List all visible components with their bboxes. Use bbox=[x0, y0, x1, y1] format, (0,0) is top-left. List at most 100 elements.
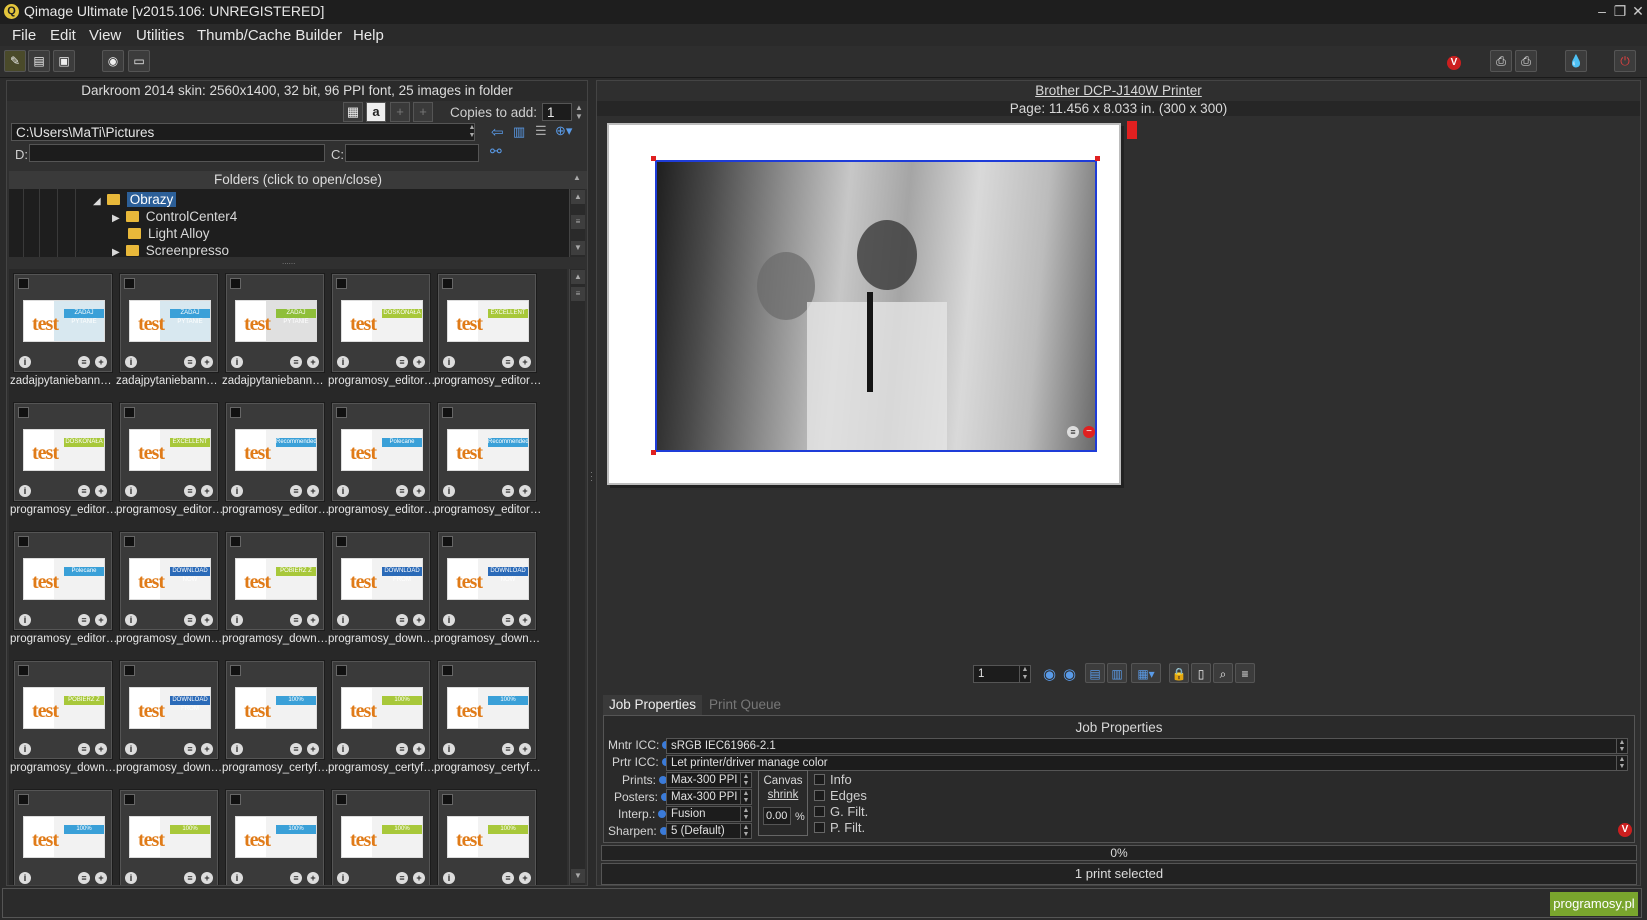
menu-view[interactable]: View bbox=[89, 27, 121, 44]
shrink-link[interactable]: shrink bbox=[759, 789, 807, 801]
thumbnail-checkbox[interactable] bbox=[336, 536, 347, 547]
corner-handle[interactable] bbox=[651, 156, 656, 161]
menu-icon[interactable]: ≡ bbox=[184, 743, 196, 755]
folder-item[interactable]: ▶ Screenpresso bbox=[112, 242, 229, 259]
path-combobox[interactable]: C:\Users\MaTi\Pictures bbox=[11, 123, 475, 141]
open-folder-icon[interactable]: ✎ bbox=[4, 50, 26, 72]
thumbnail[interactable]: Polecane test i ≡ + bbox=[13, 531, 113, 631]
info-icon[interactable]: i bbox=[19, 614, 31, 626]
page-search-icon[interactable]: ⌕ bbox=[1213, 663, 1233, 683]
minimize-icon[interactable]: ‒ bbox=[1592, 2, 1612, 20]
thumbnail[interactable]: POBIERZ Z test i ≡ + bbox=[225, 531, 325, 631]
menu-icon[interactable]: ≡ bbox=[396, 614, 408, 626]
back-arrow-icon[interactable]: ⇦ bbox=[491, 123, 504, 141]
thumbnail[interactable]: ZADAJ PYTANIE test i ≡ + bbox=[13, 273, 113, 373]
add-icon[interactable]: + bbox=[307, 872, 319, 884]
thumbnail-checkbox[interactable] bbox=[230, 407, 241, 418]
add-all-icon[interactable]: + bbox=[413, 102, 433, 122]
info-icon[interactable]: i bbox=[125, 485, 137, 497]
thumbnail-checkbox[interactable] bbox=[18, 665, 29, 676]
menu-icon[interactable]: ≡ bbox=[1235, 663, 1255, 683]
add-icon[interactable]: + bbox=[413, 872, 425, 884]
thumbnail[interactable]: DOWNLOAD NOW test i ≡ + bbox=[437, 531, 537, 631]
prtr-icc-select[interactable]: Let printer/driver manage color ▲ ▼ bbox=[666, 755, 1628, 771]
thumbnail[interactable]: 100% test i ≡ + bbox=[331, 789, 431, 885]
menu-icon[interactable]: ≡ bbox=[290, 356, 302, 368]
thumbnail[interactable]: Recommended test i ≡ + bbox=[225, 402, 325, 502]
thumbnail-checkbox[interactable] bbox=[124, 536, 135, 547]
maximize-icon[interactable]: ❐ bbox=[1610, 2, 1630, 20]
sharpen-select[interactable]: 5 (Default) ▲ ▼ bbox=[666, 823, 752, 839]
collapse-icon[interactable]: ▲ bbox=[573, 173, 581, 182]
filter-icon[interactable]: ▦ bbox=[343, 102, 363, 122]
folder-item[interactable]: ▶ ControlCenter4 bbox=[112, 208, 237, 225]
thumbnail-checkbox[interactable] bbox=[124, 794, 135, 805]
menu-icon[interactable]: ≡ bbox=[78, 872, 90, 884]
menu-icon[interactable]: ≡ bbox=[78, 614, 90, 626]
menu-icon[interactable]: ≡ bbox=[290, 485, 302, 497]
thumbnail-checkbox[interactable] bbox=[124, 665, 135, 676]
add-icon[interactable]: + bbox=[519, 743, 531, 755]
add-icon[interactable]: + bbox=[95, 485, 107, 497]
info-icon[interactable]: i bbox=[19, 743, 31, 755]
thumbnail-checkbox[interactable] bbox=[18, 536, 29, 547]
thumbnail-checkbox[interactable] bbox=[336, 278, 347, 289]
page-number-input[interactable]: 1 ▲ ▼ bbox=[973, 665, 1031, 683]
add-icon[interactable]: + bbox=[201, 743, 213, 755]
thumbnail[interactable]: POBIERZ Z test i ≡ + bbox=[13, 660, 113, 760]
next-page-icon[interactable]: ◉ bbox=[1063, 665, 1076, 683]
add-icon[interactable]: + bbox=[413, 485, 425, 497]
collapsed-arrow-icon[interactable]: ▶ bbox=[112, 213, 120, 224]
tree-scrollbar[interactable]: ▲ ≡ ▼ bbox=[569, 189, 585, 257]
thumbnail-checkbox[interactable] bbox=[230, 278, 241, 289]
thumbnail-checkbox[interactable] bbox=[18, 407, 29, 418]
remove-photo-icon[interactable]: − bbox=[1083, 426, 1095, 438]
info-icon[interactable]: i bbox=[231, 743, 243, 755]
prints-select[interactable]: Max-300 PPI ▲ ▼ bbox=[666, 772, 752, 788]
add-icon[interactable]: + bbox=[95, 614, 107, 626]
ink-drop-icon[interactable]: 💧 bbox=[1565, 50, 1587, 72]
menu-icon[interactable]: ≡ bbox=[78, 485, 90, 497]
print-selected-button[interactable]: 1 print selected bbox=[601, 863, 1637, 885]
print-icon[interactable]: ⎙ bbox=[1515, 50, 1537, 72]
thumbnail[interactable]: 100% test i ≡ + bbox=[225, 789, 325, 885]
posters-select[interactable]: Max-300 PPI ▲ ▼ bbox=[666, 789, 752, 805]
record-icon[interactable]: ◉ bbox=[102, 50, 124, 72]
thumbnail[interactable]: 100% test i ≡ + bbox=[119, 789, 219, 885]
page-layout-icon[interactable]: ▤ bbox=[1085, 663, 1105, 683]
thumbnail-checkbox[interactable] bbox=[230, 665, 241, 676]
registration-v-icon[interactable]: V bbox=[1618, 823, 1632, 837]
layout-icon[interactable]: ▭ bbox=[128, 50, 150, 72]
thumbnail[interactable]: DOSKONAŁA test i ≡ + bbox=[331, 273, 431, 373]
info-icon[interactable]: i bbox=[231, 485, 243, 497]
add-icon[interactable]: + bbox=[95, 872, 107, 884]
thumbnail[interactable]: ZADAJ PYTANIE test i ≡ + bbox=[225, 273, 325, 373]
photo-menu-icon[interactable]: ≡ bbox=[1067, 426, 1079, 438]
menu-utilities[interactable]: Utilities bbox=[136, 27, 184, 44]
grid-icon[interactable]: ▦▾ bbox=[1131, 663, 1161, 683]
info-icon[interactable]: i bbox=[19, 872, 31, 884]
corner-handle[interactable] bbox=[1095, 156, 1100, 161]
thumbnail-checkbox[interactable] bbox=[336, 665, 347, 676]
thumbnail-checkbox[interactable] bbox=[230, 536, 241, 547]
menu-icon[interactable]: ≡ bbox=[78, 356, 90, 368]
thumbnail[interactable]: DOWNLOAD NOW test i ≡ + bbox=[119, 531, 219, 631]
thumbnail[interactable]: Polecane test i ≡ + bbox=[331, 402, 431, 502]
info-icon[interactable]: i bbox=[337, 485, 349, 497]
mntr-icc-select[interactable]: sRGB IEC61966-2.1 ▲ ▼ bbox=[666, 738, 1628, 754]
add-icon[interactable]: + bbox=[201, 872, 213, 884]
add-icon[interactable]: + bbox=[390, 102, 410, 122]
thumbnail-checkbox[interactable] bbox=[442, 407, 453, 418]
folder-item[interactable]: Light Alloy bbox=[112, 225, 210, 242]
list-icon[interactable]: ☰ bbox=[535, 123, 547, 139]
interp-select[interactable]: Fusion ▲ ▼ bbox=[666, 806, 752, 822]
add-icon[interactable]: + bbox=[519, 872, 531, 884]
lock-icon[interactable]: 🔒 bbox=[1169, 663, 1189, 683]
folder-item[interactable]: ◢ Obrazy bbox=[93, 191, 177, 208]
add-icon[interactable]: + bbox=[201, 485, 213, 497]
thumbnail-checkbox[interactable] bbox=[124, 278, 135, 289]
add-icon[interactable]: + bbox=[95, 356, 107, 368]
add-icon[interactable]: + bbox=[307, 485, 319, 497]
g-filt-checkbox[interactable] bbox=[814, 806, 825, 817]
add-icon[interactable]: + bbox=[519, 485, 531, 497]
